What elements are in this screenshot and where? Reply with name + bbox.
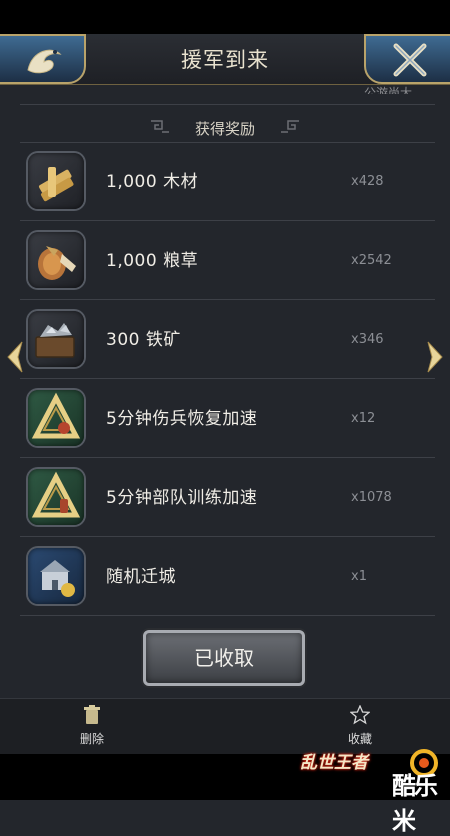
relocate-city-icon xyxy=(28,548,84,604)
reward-count: x2542 xyxy=(351,253,392,268)
reward-name: 5分钟部队训练加速 xyxy=(106,488,258,508)
iron-ore-icon xyxy=(28,311,84,367)
reward-name: 1,000 木材 xyxy=(106,172,199,192)
bottom-toolbar: 删除 收藏 xyxy=(0,698,450,755)
reward-name: 300 铁矿 xyxy=(106,330,181,350)
reward-count: x346 xyxy=(351,332,384,347)
site-logo: 酷乐米 xyxy=(392,772,438,835)
heal-speedup-icon xyxy=(28,390,84,446)
ornament-right-icon xyxy=(281,120,299,133)
collected-button[interactable]: 已收取 xyxy=(143,630,305,686)
delete-button[interactable]: 删除 xyxy=(62,705,122,747)
list-item: 随机迁城 x1 xyxy=(20,538,435,616)
wood-icon xyxy=(28,153,84,209)
section-title: 获得奖励 xyxy=(194,120,255,138)
divider xyxy=(20,378,435,379)
star-icon xyxy=(349,704,371,725)
train-speedup-icon xyxy=(28,469,84,525)
previous-arrow-icon[interactable] xyxy=(4,340,26,374)
divider xyxy=(20,615,435,616)
divider xyxy=(20,536,435,537)
status-bar-area xyxy=(0,0,450,34)
trash-icon xyxy=(84,705,100,724)
clipped-text: 公游尚大 xyxy=(363,86,412,94)
list-item: 1,000 粮草 x2542 xyxy=(20,222,435,300)
list-item: 5分钟伤兵恢复加速 x12 xyxy=(20,380,435,458)
list-item: 1,000 木材 x428 xyxy=(20,143,435,221)
reward-count: x12 xyxy=(351,411,376,426)
page-title: 援军到来 xyxy=(181,48,269,72)
game-logo: 乱世王者 xyxy=(300,753,368,773)
delete-label: 删除 xyxy=(79,732,104,746)
list-item: 5分钟部队训练加速 x1078 xyxy=(20,459,435,537)
footer-strip xyxy=(0,754,450,800)
divider xyxy=(20,457,435,458)
divider xyxy=(20,104,435,105)
reward-name: 随机迁城 xyxy=(106,567,176,587)
favorite-button[interactable]: 收藏 xyxy=(330,704,390,747)
divider xyxy=(20,220,435,221)
favorite-label: 收藏 xyxy=(347,732,372,746)
reward-count: x1078 xyxy=(351,490,392,505)
next-arrow-icon[interactable] xyxy=(424,340,446,374)
reward-name: 5分钟伤兵恢复加速 xyxy=(106,409,258,429)
reward-name: 1,000 粮草 xyxy=(106,251,199,271)
reward-count: x1 xyxy=(351,569,367,584)
divider xyxy=(20,299,435,300)
food-icon xyxy=(28,232,84,288)
list-item: 300 铁矿 x346 xyxy=(20,301,435,379)
reward-count: x428 xyxy=(351,174,384,189)
